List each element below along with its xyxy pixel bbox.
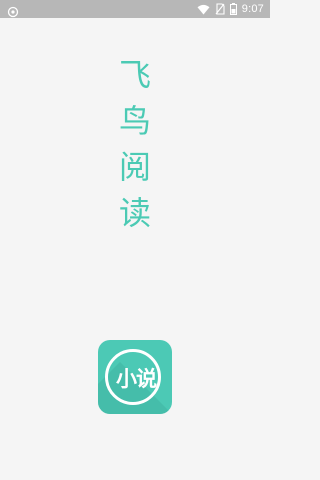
battery-icon <box>229 0 237 19</box>
notification-icon <box>7 3 19 18</box>
logo-label: 小说 <box>116 367 157 391</box>
title-char-3: 阅 <box>118 148 151 186</box>
app-logo-icon: 小说 <box>98 340 172 414</box>
status-icons: 9:07 <box>197 0 264 18</box>
logo-badge: 小说 <box>105 349 161 405</box>
wifi-icon <box>197 0 210 19</box>
no-sim-icon <box>215 0 225 19</box>
title-char-4: 读 <box>118 194 151 232</box>
app-title-vertical: 飞 鸟 阅 读 <box>110 52 160 236</box>
splash-screen: 9:07 飞 鸟 阅 读 小说 <box>0 0 270 480</box>
status-time: 9:07 <box>241 3 264 15</box>
title-char-2: 鸟 <box>118 102 151 140</box>
title-char-1: 飞 <box>118 56 151 94</box>
status-bar: 9:07 <box>0 0 270 18</box>
